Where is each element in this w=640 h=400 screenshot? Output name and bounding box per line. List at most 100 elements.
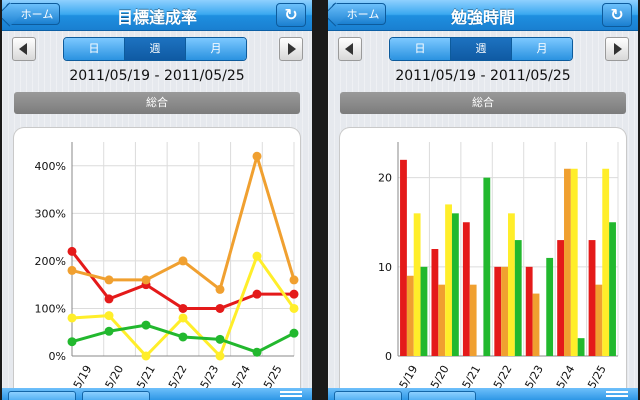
x-tick-label: 5/20 <box>428 363 452 391</box>
period-segmented-control[interactable]: 日 週 月 <box>63 37 247 61</box>
x-tick-label: 5/21 <box>460 363 484 391</box>
previous-period-button[interactable] <box>12 37 36 61</box>
bottom-toolbar <box>328 388 638 400</box>
goal-rate-screen: ホーム 目標達成率 ↻ 日 週 月 2011/05/19 - 2011/05/2… <box>2 0 312 400</box>
bar <box>431 249 439 356</box>
data-point <box>215 303 225 313</box>
refresh-button[interactable]: ↻ <box>602 3 632 27</box>
data-point <box>67 265 77 275</box>
navigation-bar: ホーム 目標達成率 ↻ <box>2 0 312 31</box>
data-point <box>178 256 188 266</box>
y-tick-label: 200% <box>35 255 66 268</box>
x-tick-label: 5/22 <box>491 363 515 391</box>
toolbar-button-2[interactable] <box>408 391 476 400</box>
y-tick-label: 0% <box>49 350 66 363</box>
section-header: 総合 <box>14 92 300 114</box>
series-line <box>71 154 296 291</box>
arrow-left-icon <box>19 43 27 55</box>
home-back-label: ホーム <box>346 8 380 21</box>
data-point <box>289 328 299 338</box>
chart-card: 0% 100% 200% 300% 400% 5/19 5/20 5/21 5/22 5/23 5/… <box>14 128 300 400</box>
menu-icon[interactable] <box>280 391 302 399</box>
x-tick-label: 5/24 <box>554 363 578 391</box>
y-tick-label: 0 <box>385 350 392 363</box>
y-tick-label: 400% <box>35 160 66 173</box>
bar <box>501 266 508 356</box>
toolbar-button-1[interactable] <box>334 391 402 400</box>
segment-month[interactable]: 月 <box>512 38 572 60</box>
y-tick-label: 100% <box>35 302 66 315</box>
bar <box>469 284 477 356</box>
previous-period-button[interactable] <box>338 37 362 61</box>
refresh-button[interactable]: ↻ <box>276 3 306 27</box>
bar <box>602 168 610 356</box>
segment-week[interactable]: 週 <box>451 38 512 60</box>
data-point <box>141 320 151 330</box>
period-segmented-control[interactable]: 日 週 月 <box>389 37 573 61</box>
arrow-right-icon <box>288 43 296 55</box>
data-point <box>104 326 114 336</box>
bar <box>406 275 414 356</box>
x-tick-label: 5/23 <box>522 363 546 391</box>
y-tick-label: 20 <box>378 172 392 185</box>
data-point <box>141 275 151 285</box>
x-tick-label: 5/24 <box>229 363 253 391</box>
bar <box>570 168 578 356</box>
data-point <box>141 351 151 361</box>
menu-icon[interactable] <box>606 391 628 399</box>
study-time-bar-chart: 0 10 20 5/19 5/20 5/21 5/22 5/23 5/24 5/25 <box>378 142 619 391</box>
data-point <box>289 303 299 313</box>
x-tick-label: 5/23 <box>198 363 222 391</box>
refresh-icon: ↻ <box>610 5 624 24</box>
data-point <box>67 246 77 256</box>
bar <box>595 284 603 356</box>
bar <box>438 284 446 356</box>
home-back-button[interactable]: ホーム <box>6 3 60 25</box>
bar <box>494 266 502 356</box>
data-point <box>178 313 188 323</box>
page-title: 勉強時間 <box>450 8 515 27</box>
bar <box>514 240 522 356</box>
bar <box>577 338 585 356</box>
data-point <box>67 313 77 323</box>
bar <box>564 168 571 356</box>
data-point <box>104 275 114 285</box>
y-tick-label: 300% <box>35 207 66 220</box>
bar <box>400 159 407 356</box>
segment-day[interactable]: 日 <box>390 38 451 60</box>
data-point <box>215 284 225 294</box>
arrow-right-icon <box>614 43 622 55</box>
chart-card: 0 10 20 5/19 5/20 5/21 5/22 5/23 5/24 5/25 <box>340 128 626 400</box>
data-point <box>215 351 225 361</box>
bar <box>508 213 515 356</box>
date-range-label: 2011/05/19 - 2011/05/25 <box>69 68 245 84</box>
data-point <box>215 334 225 344</box>
date-range-label: 2011/05/19 - 2011/05/25 <box>395 68 571 84</box>
segment-month[interactable]: 月 <box>186 38 246 60</box>
navigation-bar: ホーム 勉強時間 ↻ <box>328 0 638 31</box>
bar <box>588 240 596 356</box>
toolbar-button-1[interactable] <box>8 391 76 400</box>
bar <box>483 177 491 356</box>
next-period-button[interactable] <box>605 37 629 61</box>
home-back-label: ホーム <box>20 8 54 21</box>
goal-rate-line-chart: 0% 100% 200% 300% 400% 5/19 5/20 5/21 5/22 5/23 5/… <box>35 142 299 391</box>
segment-day[interactable]: 日 <box>64 38 125 60</box>
x-tick-label: 5/25 <box>261 363 285 391</box>
data-point <box>252 289 262 299</box>
y-tick-label: 10 <box>378 261 392 274</box>
data-point <box>67 337 77 347</box>
arrow-left-icon <box>345 43 353 55</box>
bar <box>546 257 554 356</box>
x-tick-label: 5/22 <box>166 363 190 391</box>
bar <box>557 240 565 356</box>
x-tick-label: 5/21 <box>134 363 158 391</box>
bar <box>525 266 533 356</box>
bar <box>532 293 540 356</box>
home-back-button[interactable]: ホーム <box>332 3 386 25</box>
data-point <box>104 311 114 321</box>
next-period-button[interactable] <box>279 37 303 61</box>
data-point <box>252 251 262 261</box>
segment-week[interactable]: 週 <box>125 38 186 60</box>
toolbar-button-2[interactable] <box>82 391 150 400</box>
